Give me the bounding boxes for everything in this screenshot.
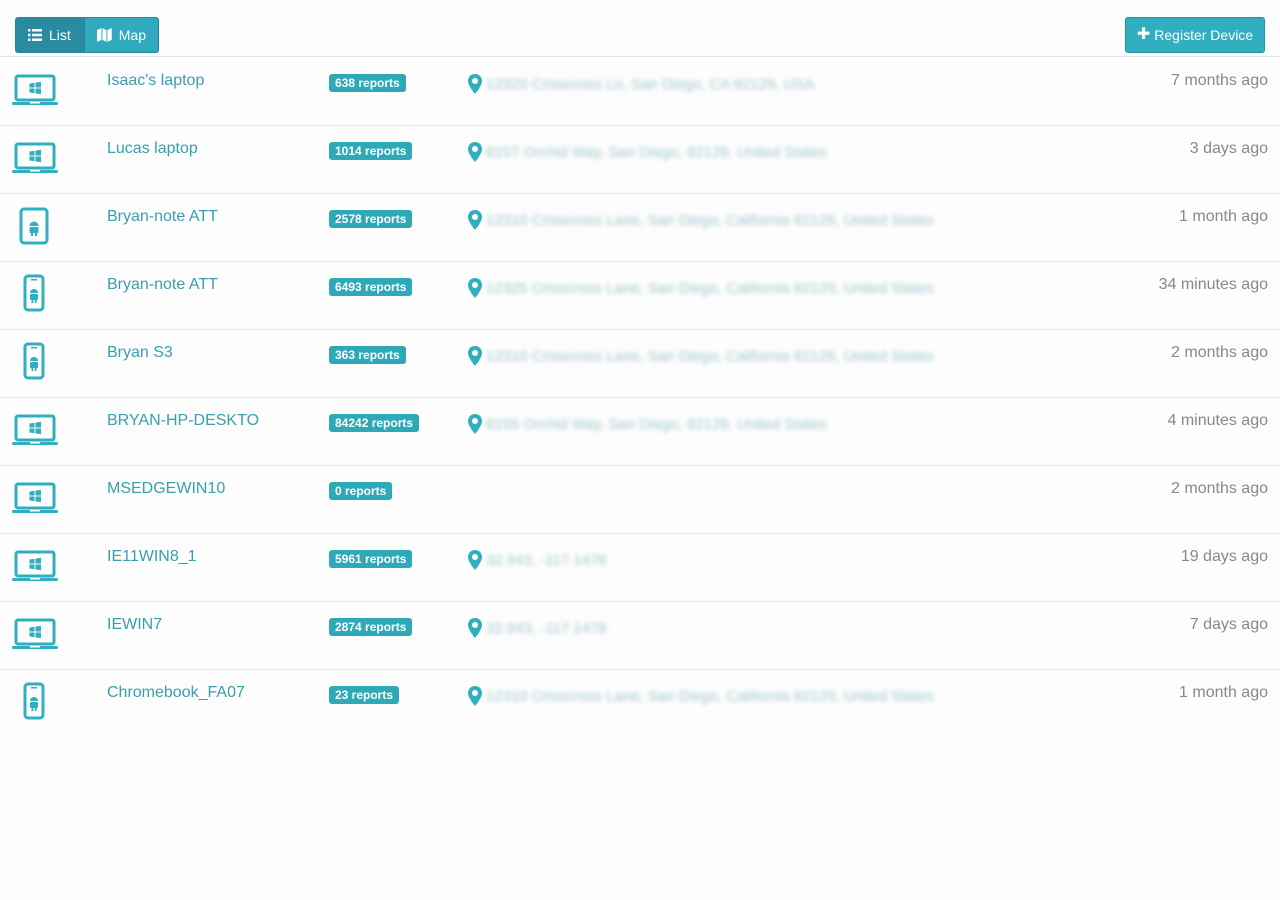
map-icon xyxy=(97,28,112,42)
reports-badge: 1014 reports xyxy=(329,142,413,160)
map-pin-icon xyxy=(468,142,482,162)
device-location: 12310 Crisscross Lane, San Diego, Califo… xyxy=(468,344,934,368)
device-name-link[interactable]: Bryan-note ATT xyxy=(107,276,218,294)
device-address: 12310 Crisscross Lane, San Diego, Califo… xyxy=(486,687,934,705)
device-location: 32.943, -117.1478 xyxy=(468,548,607,572)
map-pin-icon xyxy=(468,74,482,94)
device-list: Isaac's laptop 638 reports 12320 Crisscros… xyxy=(0,58,1280,738)
map-pin-icon xyxy=(468,346,482,366)
reports-badge: 2874 reports xyxy=(329,618,413,636)
last-seen-time: 2 months ago xyxy=(1171,480,1268,497)
device-row[interactable]: IE11WIN8_1 5961 reports 32.943, -117.1478 1… xyxy=(0,534,1280,602)
device-location: 32.943, -117.1478 xyxy=(468,616,607,640)
reports-badge: 0 reports xyxy=(329,482,393,500)
laptop-windows-icon xyxy=(10,614,60,654)
laptop-windows-icon xyxy=(10,410,60,450)
plus-icon: ✚ xyxy=(1136,26,1151,43)
last-seen-time: 3 days ago xyxy=(1189,140,1268,157)
device-address: 12310 Crisscross Lane, San Diego, Califo… xyxy=(486,347,934,365)
laptop-windows-icon xyxy=(10,70,60,110)
last-seen-time: 2 months ago xyxy=(1171,344,1268,361)
device-row[interactable]: Bryan-note ATT 2578 reports 12310 Crisscro… xyxy=(0,194,1280,262)
laptop-windows-icon xyxy=(10,478,60,518)
device-row[interactable]: MSEDGEWIN10 0 reports 2 months ago xyxy=(0,466,1280,534)
view-toggle: List Map xyxy=(15,17,159,53)
register-device-label: Register Device xyxy=(1154,27,1254,43)
device-address: 12325 Crisscross Lane, San Diego, Califo… xyxy=(486,279,934,297)
device-location: 12310 Crisscross Lane, San Diego, Califo… xyxy=(468,208,934,232)
map-pin-icon xyxy=(468,686,482,706)
reports-badge: 84242 reports xyxy=(329,414,420,432)
last-seen-time: 34 minutes ago xyxy=(1158,276,1268,293)
map-pin-icon xyxy=(468,414,482,434)
device-name-link[interactable]: Chromebook_FA07 xyxy=(107,684,245,702)
map-pin-icon xyxy=(468,618,482,638)
device-name-link[interactable]: IEWIN7 xyxy=(107,616,162,634)
device-address: 32.943, -117.1478 xyxy=(486,551,607,569)
device-row[interactable]: Bryan S3 363 reports 12310 Crisscross Lane… xyxy=(0,330,1280,398)
map-pin-icon xyxy=(468,210,482,230)
device-name-link[interactable]: Bryan S3 xyxy=(107,344,173,362)
map-view-label: Map xyxy=(118,27,146,43)
device-address: 8157 Orchid Way, San Diego, 92129, Unite… xyxy=(486,143,828,161)
last-seen-time: 7 days ago xyxy=(1189,616,1268,633)
device-location: 8157 Orchid Way, San Diego, 92129, Unite… xyxy=(468,140,827,164)
device-name-link[interactable]: MSEDGEWIN10 xyxy=(107,480,225,498)
reports-badge: 2578 reports xyxy=(329,210,413,228)
device-address: 8155 Orchid Way, San Diego, 92129, Unite… xyxy=(486,415,828,433)
last-seen-time: 19 days ago xyxy=(1180,548,1268,565)
list-view-label: List xyxy=(49,27,71,43)
device-address: 12320 Crisscross Ln, San Diego, CA 92129… xyxy=(486,75,815,93)
device-location: 12325 Crisscross Lane, San Diego, Califo… xyxy=(468,276,934,300)
last-seen-time: 4 minutes ago xyxy=(1167,412,1268,429)
device-address: 12310 Crisscross Lane, San Diego, Califo… xyxy=(486,211,934,229)
map-pin-icon xyxy=(468,278,482,298)
map-pin-icon xyxy=(468,550,482,570)
reports-badge: 638 reports xyxy=(329,74,406,92)
device-location: 12320 Crisscross Ln, San Diego, CA 92129… xyxy=(468,72,815,96)
phone-android-icon xyxy=(10,682,60,722)
tablet-android-icon xyxy=(10,206,60,246)
map-view-button[interactable]: Map xyxy=(85,17,159,53)
list-icon xyxy=(28,29,42,41)
device-location: 8155 Orchid Way, San Diego, 92129, Unite… xyxy=(468,412,827,436)
device-name-link[interactable]: Lucas laptop xyxy=(107,140,198,158)
device-row[interactable]: IEWIN7 2874 reports 32.943, -117.1478 7 day… xyxy=(0,602,1280,670)
laptop-windows-icon xyxy=(10,546,60,586)
register-device-button[interactable]: ✚ Register Device xyxy=(1125,17,1265,53)
toolbar: List Map ✚ Register Device xyxy=(0,0,1280,57)
device-row[interactable]: Isaac's laptop 638 reports 12320 Crisscros… xyxy=(0,58,1280,126)
laptop-windows-icon xyxy=(10,138,60,178)
list-view-button[interactable]: List xyxy=(15,17,85,53)
device-row[interactable]: Lucas laptop 1014 reports 8157 Orchid Way,… xyxy=(0,126,1280,194)
device-row[interactable]: Bryan-note ATT 6493 reports 12325 Crisscro… xyxy=(0,262,1280,330)
last-seen-time: 7 months ago xyxy=(1171,72,1268,89)
device-row[interactable]: BRYAN-HP-DESKTO 84242 reports 8155 Orchid … xyxy=(0,398,1280,466)
reports-badge: 5961 reports xyxy=(329,550,413,568)
reports-badge: 23 reports xyxy=(329,686,400,704)
device-row[interactable]: Chromebook_FA07 23 reports 12310 Crisscros… xyxy=(0,670,1280,738)
last-seen-time: 1 month ago xyxy=(1179,208,1268,225)
device-address: 32.943, -117.1478 xyxy=(486,619,607,637)
last-seen-time: 1 month ago xyxy=(1179,684,1268,701)
reports-badge: 6493 reports xyxy=(329,278,413,296)
device-name-link[interactable]: Bryan-note ATT xyxy=(107,208,218,226)
device-name-link[interactable]: Isaac's laptop xyxy=(107,72,204,90)
phone-android-icon xyxy=(10,342,60,382)
device-location: 12310 Crisscross Lane, San Diego, Califo… xyxy=(468,684,934,708)
reports-badge: 363 reports xyxy=(329,346,406,364)
device-name-link[interactable]: BRYAN-HP-DESKTO xyxy=(107,412,259,430)
device-name-link[interactable]: IE11WIN8_1 xyxy=(107,548,197,566)
phone-android-icon xyxy=(10,274,60,314)
